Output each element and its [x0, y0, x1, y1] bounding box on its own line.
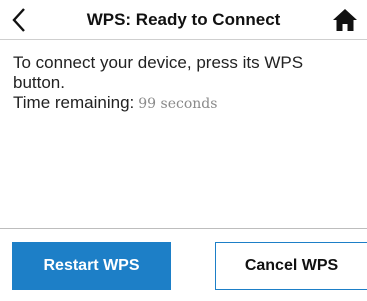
home-icon: [333, 9, 357, 31]
back-button[interactable]: [6, 6, 32, 34]
time-remaining-value: 99 seconds: [138, 96, 218, 112]
restart-wps-button[interactable]: Restart WPS: [12, 242, 171, 290]
cancel-wps-button[interactable]: Cancel WPS: [215, 242, 367, 290]
home-button[interactable]: [331, 7, 359, 33]
instruction-line-1: To connect your device, press its WPS: [13, 53, 304, 72]
header-bar: WPS: Ready to Connect: [0, 0, 367, 40]
time-remaining-label: Time remaining:: [13, 93, 135, 112]
footer-divider: [0, 228, 367, 229]
instruction-line-2: button.: [13, 73, 65, 92]
time-remaining-row: Time remaining: 99 seconds: [13, 93, 353, 114]
page-title: WPS: Ready to Connect: [86, 10, 281, 29]
wps-screen: WPS: Ready to Connect To connect your de…: [0, 0, 367, 301]
wps-instructions: To connect your device, press its WPS bu…: [13, 53, 353, 114]
chevron-left-icon: [12, 8, 25, 32]
